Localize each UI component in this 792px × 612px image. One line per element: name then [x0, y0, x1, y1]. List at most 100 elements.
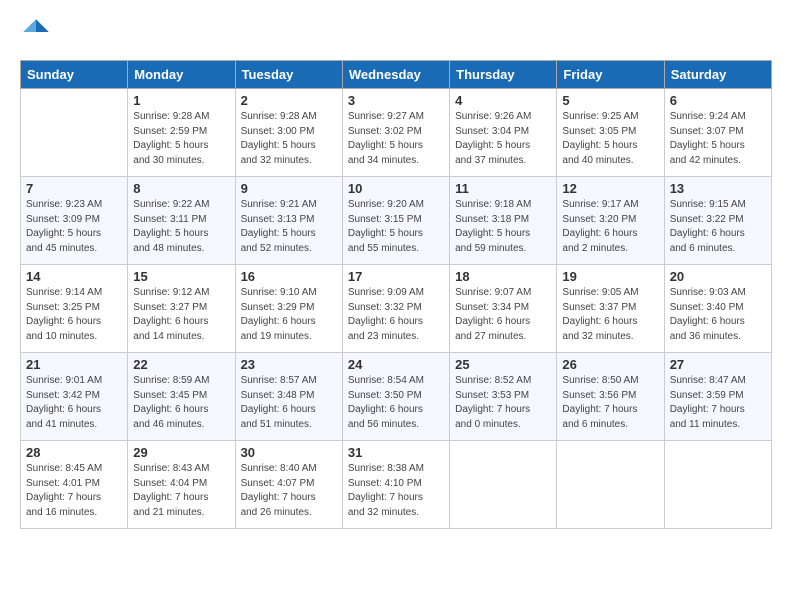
calendar-cell: 31 Sunrise: 8:38 AM Sunset: 4:10 PM Dayli…	[342, 441, 449, 529]
day-number: 25	[455, 357, 551, 372]
calendar-cell: 7 Sunrise: 9:23 AM Sunset: 3:09 PM Daylig…	[21, 177, 128, 265]
calendar-cell: 3Sunrise: 9:27 AM Sunset: 3:02 PM Daylig…	[342, 89, 449, 177]
page: SundayMondayTuesdayWednesdayThursdayFrid…	[0, 0, 792, 612]
day-info: Sunrise: 8:38 AM Sunset: 4:10 PM Dayligh…	[348, 462, 444, 520]
day-number: 21	[26, 357, 122, 372]
calendar-cell: 1Sunrise: 9:28 AM Sunset: 2:59 PM Daylig…	[128, 89, 235, 177]
calendar-cell: 14 Sunrise: 9:14 AM Sunset: 3:25 PM Dayli…	[21, 265, 128, 353]
calendar-table: SundayMondayTuesdayWednesdayThursdayFrid…	[20, 60, 772, 529]
weekday-wednesday: Wednesday	[342, 61, 449, 89]
calendar-cell: 18 Sunrise: 9:07 AM Sunset: 3:34 PM Dayli…	[450, 265, 557, 353]
day-info: Sunrise: 8:45 AM Sunset: 4:01 PM Dayligh…	[26, 462, 122, 520]
day-info: Sunrise: 9:15 AM Sunset: 3:22 PM Dayligh…	[670, 198, 766, 256]
day-number: 30	[241, 445, 337, 460]
day-number: 10	[348, 181, 444, 196]
calendar-cell: 26 Sunrise: 8:50 AM Sunset: 3:56 PM Dayli…	[557, 353, 664, 441]
day-info: Sunrise: 9:07 AM Sunset: 3:34 PM Dayligh…	[455, 286, 551, 344]
calendar-cell: 16 Sunrise: 9:10 AM Sunset: 3:29 PM Dayli…	[235, 265, 342, 353]
day-number: 29	[133, 445, 229, 460]
calendar-cell: 11 Sunrise: 9:18 AM Sunset: 3:18 PM Dayli…	[450, 177, 557, 265]
calendar-cell: 29 Sunrise: 8:43 AM Sunset: 4:04 PM Dayli…	[128, 441, 235, 529]
logo-icon	[20, 16, 52, 48]
calendar-cell: 27 Sunrise: 8:47 AM Sunset: 3:59 PM Dayli…	[664, 353, 771, 441]
calendar-cell: 17 Sunrise: 9:09 AM Sunset: 3:32 PM Dayli…	[342, 265, 449, 353]
day-number: 3	[348, 93, 444, 108]
day-number: 20	[670, 269, 766, 284]
weekday-header-row: SundayMondayTuesdayWednesdayThursdayFrid…	[21, 61, 772, 89]
calendar-cell: 15 Sunrise: 9:12 AM Sunset: 3:27 PM Dayli…	[128, 265, 235, 353]
calendar-cell	[664, 441, 771, 529]
calendar-cell: 25 Sunrise: 8:52 AM Sunset: 3:53 PM Dayli…	[450, 353, 557, 441]
day-number: 16	[241, 269, 337, 284]
calendar-week-2: 7 Sunrise: 9:23 AM Sunset: 3:09 PM Daylig…	[21, 177, 772, 265]
calendar-cell: 9 Sunrise: 9:21 AM Sunset: 3:13 PM Daylig…	[235, 177, 342, 265]
day-number: 15	[133, 269, 229, 284]
day-number: 9	[241, 181, 337, 196]
day-info: Sunrise: 8:52 AM Sunset: 3:53 PM Dayligh…	[455, 374, 551, 432]
day-number: 23	[241, 357, 337, 372]
weekday-friday: Friday	[557, 61, 664, 89]
day-number: 6	[670, 93, 766, 108]
calendar-cell: 2Sunrise: 9:28 AM Sunset: 3:00 PM Daylig…	[235, 89, 342, 177]
calendar-week-1: 1Sunrise: 9:28 AM Sunset: 2:59 PM Daylig…	[21, 89, 772, 177]
weekday-thursday: Thursday	[450, 61, 557, 89]
calendar-cell: 23 Sunrise: 8:57 AM Sunset: 3:48 PM Dayli…	[235, 353, 342, 441]
day-info: Sunrise: 9:22 AM Sunset: 3:11 PM Dayligh…	[133, 198, 229, 256]
day-info: Sunrise: 8:43 AM Sunset: 4:04 PM Dayligh…	[133, 462, 229, 520]
day-info: Sunrise: 8:57 AM Sunset: 3:48 PM Dayligh…	[241, 374, 337, 432]
day-number: 5	[562, 93, 658, 108]
day-number: 22	[133, 357, 229, 372]
day-number: 28	[26, 445, 122, 460]
day-number: 26	[562, 357, 658, 372]
day-number: 31	[348, 445, 444, 460]
calendar-cell: 30 Sunrise: 8:40 AM Sunset: 4:07 PM Dayli…	[235, 441, 342, 529]
calendar-cell: 12Sunrise: 9:17 AM Sunset: 3:20 PM Dayli…	[557, 177, 664, 265]
day-info: Sunrise: 8:40 AM Sunset: 4:07 PM Dayligh…	[241, 462, 337, 520]
calendar-cell	[557, 441, 664, 529]
day-number: 19	[562, 269, 658, 284]
day-info: Sunrise: 9:26 AM Sunset: 3:04 PM Dayligh…	[455, 110, 551, 168]
weekday-sunday: Sunday	[21, 61, 128, 89]
calendar-cell: 13Sunrise: 9:15 AM Sunset: 3:22 PM Dayli…	[664, 177, 771, 265]
calendar-cell: 21Sunrise: 9:01 AM Sunset: 3:42 PM Dayli…	[21, 353, 128, 441]
calendar-cell: 4 Sunrise: 9:26 AM Sunset: 3:04 PM Daylig…	[450, 89, 557, 177]
day-info: Sunrise: 9:17 AM Sunset: 3:20 PM Dayligh…	[562, 198, 658, 256]
calendar-week-4: 21Sunrise: 9:01 AM Sunset: 3:42 PM Dayli…	[21, 353, 772, 441]
day-info: Sunrise: 8:47 AM Sunset: 3:59 PM Dayligh…	[670, 374, 766, 432]
logo	[20, 16, 56, 48]
day-info: Sunrise: 9:23 AM Sunset: 3:09 PM Dayligh…	[26, 198, 122, 256]
day-number: 27	[670, 357, 766, 372]
day-info: Sunrise: 9:12 AM Sunset: 3:27 PM Dayligh…	[133, 286, 229, 344]
calendar-cell	[21, 89, 128, 177]
header	[20, 16, 772, 48]
day-info: Sunrise: 9:18 AM Sunset: 3:18 PM Dayligh…	[455, 198, 551, 256]
day-info: Sunrise: 9:05 AM Sunset: 3:37 PM Dayligh…	[562, 286, 658, 344]
day-number: 2	[241, 93, 337, 108]
calendar-cell: 8 Sunrise: 9:22 AM Sunset: 3:11 PM Daylig…	[128, 177, 235, 265]
day-info: Sunrise: 9:14 AM Sunset: 3:25 PM Dayligh…	[26, 286, 122, 344]
weekday-monday: Monday	[128, 61, 235, 89]
calendar-cell: 5Sunrise: 9:25 AM Sunset: 3:05 PM Daylig…	[557, 89, 664, 177]
day-number: 14	[26, 269, 122, 284]
day-info: Sunrise: 9:28 AM Sunset: 2:59 PM Dayligh…	[133, 110, 229, 168]
day-info: Sunrise: 9:03 AM Sunset: 3:40 PM Dayligh…	[670, 286, 766, 344]
calendar-cell: 22 Sunrise: 8:59 AM Sunset: 3:45 PM Dayli…	[128, 353, 235, 441]
day-number: 8	[133, 181, 229, 196]
day-number: 17	[348, 269, 444, 284]
day-info: Sunrise: 9:09 AM Sunset: 3:32 PM Dayligh…	[348, 286, 444, 344]
calendar-cell	[450, 441, 557, 529]
weekday-saturday: Saturday	[664, 61, 771, 89]
day-info: Sunrise: 9:21 AM Sunset: 3:13 PM Dayligh…	[241, 198, 337, 256]
day-info: Sunrise: 8:54 AM Sunset: 3:50 PM Dayligh…	[348, 374, 444, 432]
day-number: 7	[26, 181, 122, 196]
calendar-cell: 20 Sunrise: 9:03 AM Sunset: 3:40 PM Dayli…	[664, 265, 771, 353]
calendar-week-3: 14 Sunrise: 9:14 AM Sunset: 3:25 PM Dayli…	[21, 265, 772, 353]
day-info: Sunrise: 8:50 AM Sunset: 3:56 PM Dayligh…	[562, 374, 658, 432]
calendar-cell: 24Sunrise: 8:54 AM Sunset: 3:50 PM Dayli…	[342, 353, 449, 441]
day-number: 11	[455, 181, 551, 196]
day-number: 18	[455, 269, 551, 284]
calendar-cell: 6Sunrise: 9:24 AM Sunset: 3:07 PM Daylig…	[664, 89, 771, 177]
day-number: 4	[455, 93, 551, 108]
day-info: Sunrise: 9:10 AM Sunset: 3:29 PM Dayligh…	[241, 286, 337, 344]
day-info: Sunrise: 8:59 AM Sunset: 3:45 PM Dayligh…	[133, 374, 229, 432]
